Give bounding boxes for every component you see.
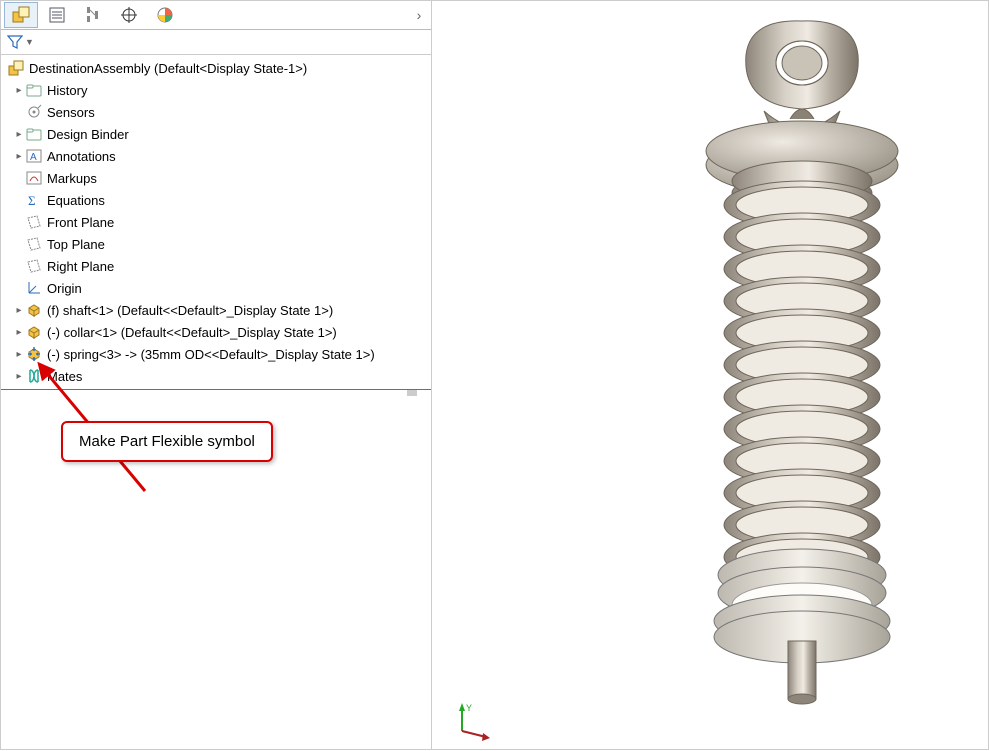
expand-icon[interactable]: ▸ xyxy=(13,305,25,316)
expand-icon[interactable]: ▸ xyxy=(13,327,25,338)
plane-icon xyxy=(25,235,43,253)
panel-tab-bar: › xyxy=(1,1,431,30)
folder-icon xyxy=(25,81,43,99)
annotations-icon: A xyxy=(25,147,43,165)
tab-dim-expert[interactable] xyxy=(112,2,146,28)
tree-item-markups[interactable]: Markups xyxy=(1,167,431,189)
funnel-icon xyxy=(7,34,23,50)
tab-display-manager[interactable] xyxy=(148,2,182,28)
part-icon xyxy=(25,323,43,341)
folder-icon xyxy=(25,125,43,143)
origin-icon xyxy=(25,279,43,297)
sensor-icon xyxy=(25,103,43,121)
tree-item-origin[interactable]: Origin xyxy=(1,277,431,299)
tree-item-shaft[interactable]: ▸ (f) shaft<1> (Default<<Default>_Displa… xyxy=(1,299,431,321)
feature-manager-panel: › ▼ DestinationAssembly (Default<Display… xyxy=(1,1,432,749)
callout: Make Part Flexible symbol xyxy=(61,421,361,462)
plane-icon xyxy=(25,257,43,275)
tab-property-manager[interactable] xyxy=(40,2,74,28)
callout-text: Make Part Flexible symbol xyxy=(79,433,255,450)
tree-item-design-binder[interactable]: ▸ Design Binder xyxy=(1,123,431,145)
part-icon xyxy=(25,301,43,319)
tree-item-history[interactable]: ▸ History xyxy=(1,79,431,101)
tree-item-equations[interactable]: Σ Equations xyxy=(1,189,431,211)
appearance-icon xyxy=(156,6,174,24)
tree-item-collar[interactable]: ▸ (-) collar<1> (Default<<Default>_Displ… xyxy=(1,321,431,343)
graphics-viewport[interactable]: Y xyxy=(432,1,988,749)
tree-item-annotations[interactable]: ▸ A Annotations xyxy=(1,145,431,167)
tree-root[interactable]: DestinationAssembly (Default<Display Sta… xyxy=(1,57,431,79)
target-icon xyxy=(120,6,138,24)
equations-icon: Σ xyxy=(25,191,43,209)
tree-item-top-plane[interactable]: Top Plane xyxy=(1,233,431,255)
model-render xyxy=(432,1,989,751)
expand-icon[interactable]: ▸ xyxy=(13,151,25,162)
tab-configuration-manager[interactable] xyxy=(76,2,110,28)
tab-feature-tree[interactable] xyxy=(4,2,38,28)
chevron-down-icon: ▼ xyxy=(25,37,34,47)
svg-text:A: A xyxy=(30,152,37,163)
plane-icon xyxy=(25,213,43,231)
tree-filter-bar[interactable]: ▼ xyxy=(1,30,431,55)
tree-root-label: DestinationAssembly (Default<Display Sta… xyxy=(29,61,307,76)
properties-icon xyxy=(48,6,66,24)
svg-text:Σ: Σ xyxy=(28,193,36,208)
tree-item-sensors[interactable]: Sensors xyxy=(1,101,431,123)
assembly-icon xyxy=(7,59,25,77)
tree-item-front-plane[interactable]: Front Plane xyxy=(1,211,431,233)
expand-icon[interactable]: ▸ xyxy=(13,349,25,360)
expand-icon[interactable]: ▸ xyxy=(13,85,25,96)
expand-panel-chevron-icon[interactable]: › xyxy=(409,7,429,23)
svg-text:Y: Y xyxy=(466,703,472,713)
expand-icon[interactable]: ▸ xyxy=(13,371,25,382)
expand-icon[interactable]: ▸ xyxy=(13,129,25,140)
triad-icon: Y xyxy=(452,701,492,741)
markups-icon xyxy=(25,169,43,187)
configuration-icon xyxy=(84,6,102,24)
assembly-icon xyxy=(12,6,30,24)
tree-item-right-plane[interactable]: Right Plane xyxy=(1,255,431,277)
